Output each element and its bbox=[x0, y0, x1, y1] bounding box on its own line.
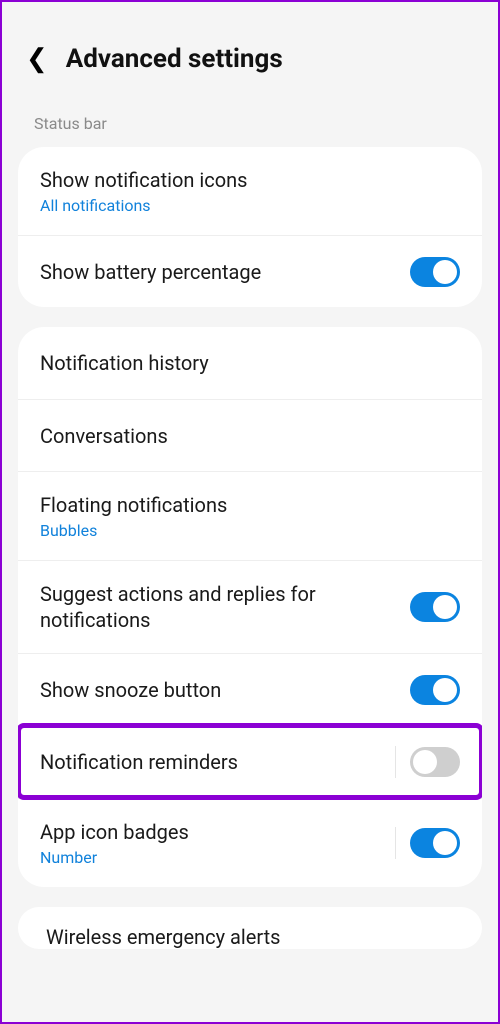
row-text: App icon badges Number bbox=[40, 819, 395, 867]
row-notification-history[interactable]: Notification history bbox=[18, 327, 482, 399]
divider bbox=[395, 827, 396, 859]
card-truncated: Wireless emergency alerts bbox=[18, 907, 482, 949]
row-text: Show notification icons All notification… bbox=[40, 167, 460, 215]
row-text: Conversations bbox=[40, 423, 460, 449]
row-text: Notification reminders bbox=[40, 749, 395, 775]
settings-screen: ❮ Advanced settings Status bar Show noti… bbox=[2, 2, 498, 1022]
row-subtitle: Number bbox=[40, 848, 383, 867]
toggle-show-battery-percentage[interactable] bbox=[410, 257, 460, 287]
row-title: Notification history bbox=[40, 350, 448, 376]
row-suggest-actions[interactable]: Suggest actions and replies for notifica… bbox=[18, 560, 482, 653]
row-text: Floating notifications Bubbles bbox=[40, 492, 460, 540]
row-text: Suggest actions and replies for notifica… bbox=[40, 581, 410, 633]
page-title: Advanced settings bbox=[66, 44, 283, 74]
section-label-status-bar: Status bar bbox=[12, 110, 488, 147]
row-show-battery-percentage[interactable]: Show battery percentage bbox=[18, 235, 482, 307]
row-title: Show snooze button bbox=[40, 677, 398, 703]
row-text: Show battery percentage bbox=[40, 259, 410, 285]
row-title: Show notification icons bbox=[40, 167, 448, 193]
row-wireless-emergency[interactable]: Wireless emergency alerts bbox=[18, 907, 482, 949]
row-show-notification-icons[interactable]: Show notification icons All notification… bbox=[18, 147, 482, 235]
toggle-show-snooze-button[interactable] bbox=[410, 675, 460, 705]
row-text: Show snooze button bbox=[40, 677, 410, 703]
row-app-icon-badges[interactable]: App icon badges Number bbox=[18, 798, 482, 887]
card-status-bar: Show notification icons All notification… bbox=[18, 147, 482, 307]
row-subtitle: All notifications bbox=[40, 196, 448, 215]
row-title: Conversations bbox=[40, 423, 448, 449]
row-title: App icon badges bbox=[40, 819, 383, 845]
toggle-app-icon-badges[interactable] bbox=[410, 828, 460, 858]
row-subtitle: Bubbles bbox=[40, 521, 448, 540]
toggle-suggest-actions[interactable] bbox=[410, 592, 460, 622]
row-conversations[interactable]: Conversations bbox=[18, 399, 482, 471]
row-show-snooze-button[interactable]: Show snooze button bbox=[18, 653, 482, 725]
back-icon[interactable]: ❮ bbox=[26, 44, 48, 74]
header: ❮ Advanced settings bbox=[12, 14, 488, 110]
row-text: Notification history bbox=[40, 350, 460, 376]
divider bbox=[395, 746, 396, 778]
row-title: Show battery percentage bbox=[40, 259, 398, 285]
card-main: Notification history Conversations Float… bbox=[18, 327, 482, 887]
row-notification-reminders[interactable]: Notification reminders bbox=[18, 725, 482, 798]
row-title: Notification reminders bbox=[40, 749, 383, 775]
row-floating-notifications[interactable]: Floating notifications Bubbles bbox=[18, 471, 482, 560]
row-title: Suggest actions and replies for notifica… bbox=[40, 581, 398, 633]
toggle-notification-reminders[interactable] bbox=[410, 747, 460, 777]
row-title: Floating notifications bbox=[40, 492, 448, 518]
